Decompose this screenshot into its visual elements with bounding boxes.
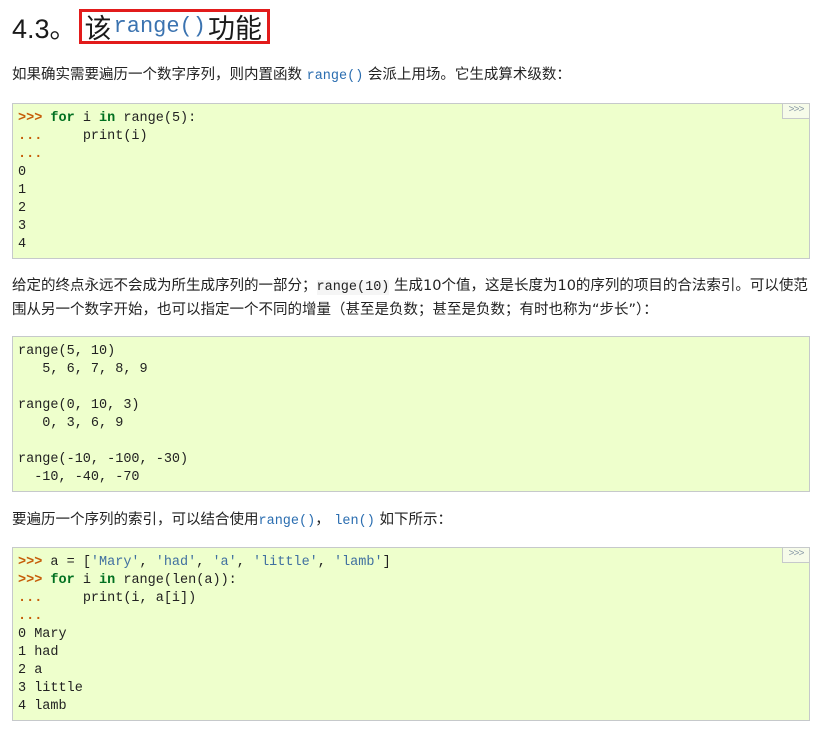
para3-text-end: 如下所示：	[374, 512, 452, 528]
code-line: range(5, 10)	[18, 344, 116, 359]
heading-highlight-box: 该 range() 功能	[78, 8, 270, 44]
para3-separator: ，	[315, 512, 335, 528]
code-line: >>> for i in range(5):	[18, 111, 197, 126]
copy-button[interactable]: >>>	[782, 548, 809, 563]
code-line: 5, 6, 7, 8, 9	[18, 362, 148, 377]
code-line: 0, 3, 6, 9	[18, 416, 124, 431]
copy-button[interactable]: >>>	[782, 104, 809, 119]
code-output-line: 0 Mary	[18, 627, 67, 642]
code-output-line: 3	[18, 219, 27, 234]
code-output-line: 1 had	[18, 645, 59, 660]
paragraph-range-explain: 给定的终点永远不会成为所生成序列的一部分；range(10) 生成10个值，这是…	[12, 275, 816, 321]
code-output-line: 1	[18, 183, 27, 198]
code-line: ...	[18, 609, 43, 624]
code-output-line: 4	[18, 237, 27, 252]
code-line: ... print(i)	[18, 129, 148, 144]
doc-page: 4.3。 该 range() 功能 如果确实需要遍历一个数字序列，则内置函数 r…	[0, 0, 828, 733]
heading-prefix: 该	[84, 13, 112, 44]
code-line: >>> a = ['Mary', 'had', 'a', 'little', '…	[18, 555, 391, 570]
para1-text-end: 会派上用场。它生成算术级数：	[363, 67, 571, 83]
range-link[interactable]: range()	[259, 514, 316, 529]
code-line: -10, -40, -70	[18, 470, 140, 485]
paragraph-intro: 如果确实需要遍历一个数字序列，则内置函数 range() 会派上用场。它生成算术…	[12, 64, 816, 88]
para2-text: 给定的终点永远不会成为所生成序列的一部分；	[12, 278, 317, 294]
code-line: range(-10, -100, -30)	[18, 452, 189, 467]
code-line: >>> for i in range(len(a)):	[18, 573, 237, 588]
heading-code-link[interactable]: range()	[112, 14, 208, 39]
code-line: ...	[18, 147, 43, 162]
code-output-line: 2	[18, 201, 27, 216]
code-block-range-examples: range(5, 10) 5, 6, 7, 8, 9 range(0, 10, …	[12, 336, 810, 492]
heading-suffix: 功能	[207, 13, 262, 44]
range10-code: range(10)	[316, 280, 390, 295]
code-output-line: 0	[18, 165, 27, 180]
para3-text: 要遍历一个序列的索引，可以结合使用	[12, 512, 259, 528]
section-heading: 4.3。 该 range() 功能	[12, 6, 270, 46]
code-output-line: 4 lamb	[18, 699, 67, 714]
para1-text: 如果确实需要遍历一个数字序列，则内置函数	[12, 67, 307, 83]
code-output-line: 3 little	[18, 681, 83, 696]
code-block-index-loop: >>> >>> a = ['Mary', 'had', 'a', 'little…	[12, 547, 810, 721]
code-block-for-range: >>> >>> for i in range(5): ... print(i) …	[12, 103, 810, 259]
code-output-line: 2 a	[18, 663, 43, 678]
code-line: range(0, 10, 3)	[18, 398, 140, 413]
code-line: ... print(i, a[i])	[18, 591, 197, 606]
paragraph-index-iterate: 要遍历一个序列的索引，可以结合使用range()， len() 如下所示：	[12, 509, 816, 533]
heading-number: 4.3。	[12, 13, 77, 44]
len-link[interactable]: len()	[334, 514, 375, 529]
range-func-link[interactable]: range()	[307, 69, 364, 84]
